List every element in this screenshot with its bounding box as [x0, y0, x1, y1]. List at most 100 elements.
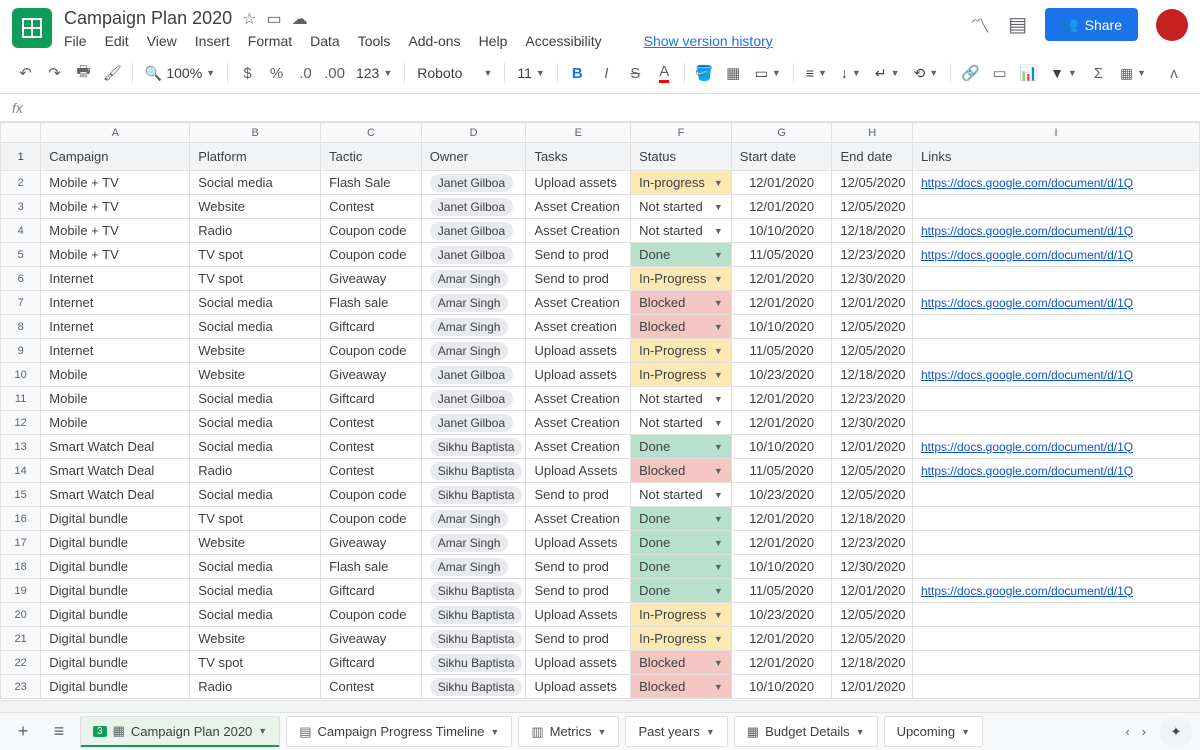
- cell-status[interactable]: In-Progress▼: [631, 603, 732, 627]
- document-title[interactable]: Campaign Plan 2020: [64, 8, 232, 29]
- fill-color-button[interactable]: 🪣: [691, 59, 718, 87]
- table-row[interactable]: 11 Mobile Social media Giftcard Janet Gi…: [1, 387, 1200, 411]
- sheet-tab[interactable]: Past years▼: [625, 716, 727, 747]
- owner-chip[interactable]: Amar Singh: [430, 510, 509, 528]
- cell-campaign[interactable]: Internet: [41, 339, 190, 363]
- cell-tactic[interactable]: Coupon code: [321, 243, 422, 267]
- chevron-down-icon[interactable]: ▼: [714, 586, 723, 596]
- cell-end-date[interactable]: 12/18/2020: [832, 651, 913, 675]
- cell-tasks[interactable]: Upload Assets: [526, 603, 631, 627]
- owner-chip[interactable]: Janet Gilboa: [430, 414, 513, 432]
- cell-tasks[interactable]: Upload assets: [526, 363, 631, 387]
- cell-tasks[interactable]: Upload Assets: [526, 459, 631, 483]
- cell-status[interactable]: Not started▼: [631, 483, 732, 507]
- cell-platform[interactable]: Website: [190, 627, 321, 651]
- cell-link[interactable]: https://docs.google.com/document/d/1Q: [912, 435, 1199, 459]
- row-number[interactable]: 7: [1, 291, 41, 315]
- cell-start-date[interactable]: 11/05/2020: [731, 339, 832, 363]
- cell-link[interactable]: https://docs.google.com/document/d/1Q: [912, 459, 1199, 483]
- row-number[interactable]: 10: [1, 363, 41, 387]
- cell-campaign[interactable]: Digital bundle: [41, 651, 190, 675]
- chevron-down-icon[interactable]: ▼: [714, 418, 723, 428]
- filter-views-button[interactable]: ▦▼: [1114, 65, 1152, 82]
- header-end[interactable]: End date: [832, 143, 913, 171]
- cell-start-date[interactable]: 10/10/2020: [731, 219, 832, 243]
- explore-button[interactable]: ✦: [1160, 716, 1192, 748]
- header-start[interactable]: Start date: [731, 143, 832, 171]
- table-row[interactable]: 9 Internet Website Coupon code Amar Sing…: [1, 339, 1200, 363]
- cell-platform[interactable]: Radio: [190, 219, 321, 243]
- chevron-down-icon[interactable]: ▼: [714, 658, 723, 668]
- table-row[interactable]: 10 Mobile Website Giveaway Janet Gilboa …: [1, 363, 1200, 387]
- cell-owner[interactable]: Amar Singh: [421, 507, 526, 531]
- borders-button[interactable]: ▦: [720, 59, 747, 87]
- row-number[interactable]: 21: [1, 627, 41, 651]
- chevron-down-icon[interactable]: ▼: [714, 202, 723, 212]
- cell-link[interactable]: [912, 675, 1199, 699]
- cell-platform[interactable]: Social media: [190, 171, 321, 195]
- menu-insert[interactable]: Insert: [195, 33, 230, 49]
- cell-campaign[interactable]: Smart Watch Deal: [41, 483, 190, 507]
- cell-end-date[interactable]: 12/05/2020: [832, 459, 913, 483]
- collapse-toolbar-button[interactable]: ʌ: [1160, 59, 1188, 87]
- table-row[interactable]: 19 Digital bundle Social media Giftcard …: [1, 579, 1200, 603]
- cell-end-date[interactable]: 12/01/2020: [832, 675, 913, 699]
- functions-button[interactable]: Σ: [1085, 59, 1112, 87]
- cell-owner[interactable]: Janet Gilboa: [421, 411, 526, 435]
- column-headers[interactable]: A B C D E F G H I: [1, 123, 1200, 143]
- owner-chip[interactable]: Amar Singh: [430, 318, 509, 336]
- cell-owner[interactable]: Janet Gilboa: [421, 195, 526, 219]
- chevron-down-icon[interactable]: ▼: [714, 610, 723, 620]
- cell-owner[interactable]: Sikhu Baptista: [421, 627, 526, 651]
- cell-status[interactable]: Done▼: [631, 531, 732, 555]
- row-number[interactable]: 16: [1, 507, 41, 531]
- table-row[interactable]: 4 Mobile + TV Radio Coupon code Janet Gi…: [1, 219, 1200, 243]
- cell-tactic[interactable]: Contest: [321, 195, 422, 219]
- cell-campaign[interactable]: Mobile: [41, 411, 190, 435]
- cell-tactic[interactable]: Flash sale: [321, 291, 422, 315]
- cell-platform[interactable]: Website: [190, 363, 321, 387]
- table-row[interactable]: 5 Mobile + TV TV spot Coupon code Janet …: [1, 243, 1200, 267]
- cell-tactic[interactable]: Giveaway: [321, 363, 422, 387]
- cell-status[interactable]: In-Progress▼: [631, 339, 732, 363]
- menu-tools[interactable]: Tools: [358, 33, 391, 49]
- chevron-down-icon[interactable]: ▼: [714, 298, 723, 308]
- wrap-button[interactable]: ↵▼: [869, 65, 906, 82]
- cell-status[interactable]: Not started▼: [631, 411, 732, 435]
- col-b[interactable]: B: [190, 123, 321, 143]
- cell-status[interactable]: Done▼: [631, 555, 732, 579]
- chevron-down-icon[interactable]: ▼: [714, 562, 723, 572]
- cell-owner[interactable]: Janet Gilboa: [421, 243, 526, 267]
- header-row[interactable]: 1 Campaign Platform Tactic Owner Tasks S…: [1, 143, 1200, 171]
- cell-owner[interactable]: Sikhu Baptista: [421, 435, 526, 459]
- cell-end-date[interactable]: 12/23/2020: [832, 387, 913, 411]
- cell-end-date[interactable]: 12/23/2020: [832, 531, 913, 555]
- col-i[interactable]: I: [912, 123, 1199, 143]
- cell-campaign[interactable]: Mobile + TV: [41, 219, 190, 243]
- owner-chip[interactable]: Amar Singh: [430, 342, 509, 360]
- row-number[interactable]: 8: [1, 315, 41, 339]
- owner-chip[interactable]: Janet Gilboa: [430, 198, 513, 216]
- cell-end-date[interactable]: 12/01/2020: [832, 291, 913, 315]
- table-row[interactable]: 12 Mobile Social media Contest Janet Gil…: [1, 411, 1200, 435]
- cell-end-date[interactable]: 12/05/2020: [832, 195, 913, 219]
- cell-end-date[interactable]: 12/05/2020: [832, 339, 913, 363]
- menu-format[interactable]: Format: [248, 33, 292, 49]
- cell-tactic[interactable]: Giftcard: [321, 579, 422, 603]
- cell-start-date[interactable]: 11/05/2020: [731, 459, 832, 483]
- cell-tasks[interactable]: Asset creation: [526, 315, 631, 339]
- cell-start-date[interactable]: 10/23/2020: [731, 363, 832, 387]
- header-platform[interactable]: Platform: [190, 143, 321, 171]
- cell-link[interactable]: [912, 195, 1199, 219]
- chevron-down-icon[interactable]: ▼: [714, 514, 723, 524]
- cell-link[interactable]: [912, 507, 1199, 531]
- sheet-tab[interactable]: ▤Campaign Progress Timeline▼: [286, 716, 512, 747]
- chevron-down-icon[interactable]: ▼: [714, 322, 723, 332]
- table-row[interactable]: 22 Digital bundle TV spot Giftcard Sikhu…: [1, 651, 1200, 675]
- cell-link[interactable]: [912, 531, 1199, 555]
- chevron-down-icon[interactable]: ▼: [714, 442, 723, 452]
- menu-help[interactable]: Help: [479, 33, 508, 49]
- chevron-down-icon[interactable]: ▼: [714, 682, 723, 692]
- cell-end-date[interactable]: 12/01/2020: [832, 435, 913, 459]
- cell-status[interactable]: Blocked▼: [631, 651, 732, 675]
